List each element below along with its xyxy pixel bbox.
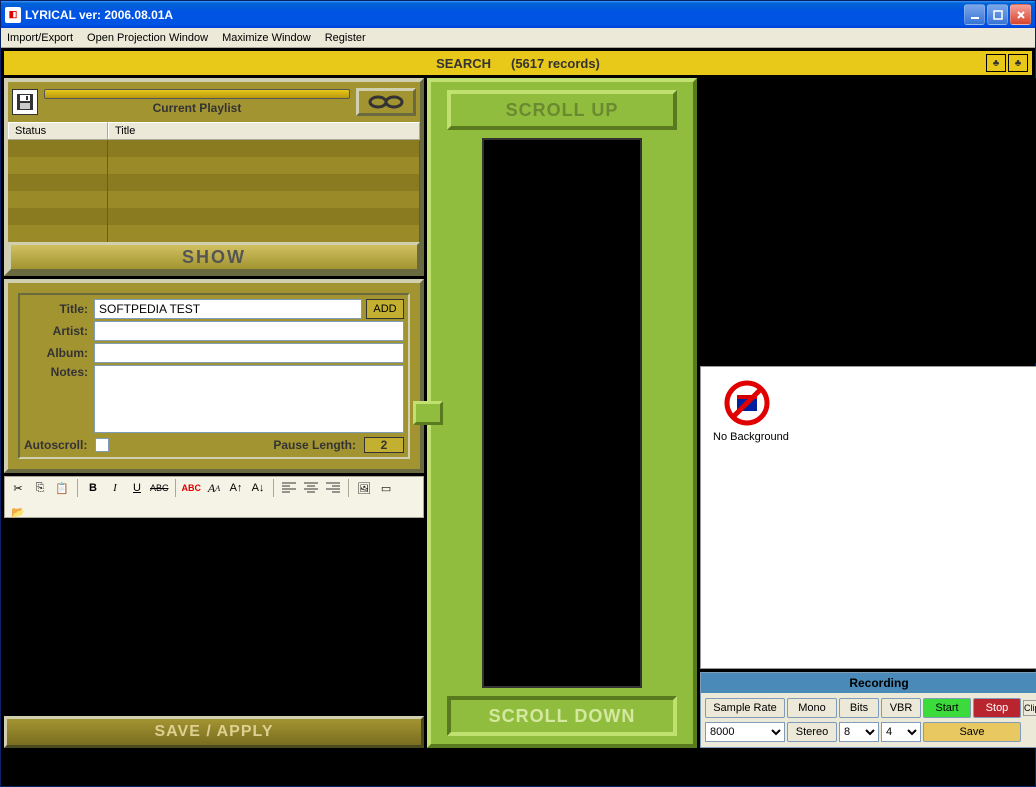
bits-select[interactable]: 8 — [839, 722, 879, 742]
align-left-icon[interactable] — [280, 479, 298, 497]
maximize-button[interactable] — [987, 4, 1008, 25]
decrease-size-icon[interactable]: A↓ — [249, 479, 267, 497]
open-file-icon[interactable]: 📂 — [9, 503, 27, 521]
table-row[interactable] — [8, 157, 420, 174]
start-recording-button[interactable]: Start — [923, 698, 971, 718]
autoscroll-label: Autoscroll: — [24, 438, 87, 452]
playlist-progress-bar — [44, 89, 350, 99]
window-title: LYRICAL ver: 2006.08.01A — [25, 8, 964, 22]
vbr-button[interactable]: VBR — [881, 698, 921, 718]
image-icon[interactable]: 🖼 — [355, 479, 373, 497]
increase-size-icon[interactable]: A↑ — [227, 479, 245, 497]
playlist-table: Status Title — [8, 122, 420, 242]
album-label: Album: — [24, 346, 94, 360]
recording-panel: Recording Sample Rate Mono Bits VBR Star… — [700, 672, 1036, 748]
italic-button[interactable]: I — [106, 479, 124, 497]
lyrics-preview-area[interactable] — [4, 521, 424, 713]
menu-import-export[interactable]: Import/Export — [7, 32, 73, 44]
maximize-icon — [993, 10, 1003, 20]
save-playlist-icon[interactable] — [12, 89, 38, 115]
playlist-title: Current Playlist — [153, 101, 242, 115]
recording-header: Recording — [701, 673, 1036, 693]
stereo-button[interactable]: Stereo — [787, 722, 837, 742]
lyrics-display[interactable] — [482, 138, 642, 688]
autoscroll-checkbox[interactable] — [95, 438, 109, 452]
clip-indicator: Clip — [1023, 700, 1036, 716]
search-bar[interactable]: SEARCH (5617 records) ♣ ♣ — [4, 51, 1032, 75]
pause-length-value[interactable]: 2 — [364, 437, 404, 453]
align-center-icon[interactable] — [302, 479, 320, 497]
bits-button[interactable]: Bits — [839, 698, 879, 718]
link-playlist-icon[interactable] — [356, 88, 416, 116]
search-link-icon[interactable]: ♣ — [1008, 54, 1028, 72]
minimize-button[interactable] — [964, 4, 985, 25]
left-column: Current Playlist Status Title — [4, 78, 424, 748]
playlist-col-title[interactable]: Title — [108, 122, 420, 139]
no-background-label: No Background — [713, 431, 789, 443]
close-button[interactable] — [1010, 4, 1031, 25]
notes-label: Notes: — [24, 365, 94, 379]
font-color-button[interactable]: ABC — [182, 479, 202, 497]
sample-rate-select[interactable]: 8000 — [705, 722, 785, 742]
metadata-panel: Title: ADD Artist: Album: — [4, 279, 424, 473]
menu-open-projection[interactable]: Open Projection Window — [87, 32, 208, 44]
title-input[interactable] — [94, 299, 362, 319]
artist-input[interactable] — [94, 321, 404, 341]
table-row[interactable] — [8, 191, 420, 208]
bold-button[interactable]: B — [84, 479, 102, 497]
menu-maximize-window[interactable]: Maximize Window — [222, 32, 311, 44]
table-row[interactable] — [8, 174, 420, 191]
content-area: SEARCH (5617 records) ♣ ♣ C — [1, 48, 1035, 786]
scroll-up-button[interactable]: SCROLL UP — [447, 90, 677, 130]
save-recording-button[interactable]: Save — [923, 722, 1021, 742]
copy-icon[interactable]: ⎘ — [31, 479, 49, 497]
search-label: SEARCH — [436, 56, 491, 71]
sample-rate-button[interactable]: Sample Rate — [705, 698, 785, 718]
status-strip — [4, 751, 1032, 783]
playlist-rows[interactable] — [8, 140, 420, 242]
minimize-icon — [970, 10, 980, 20]
table-row[interactable] — [8, 225, 420, 242]
add-button[interactable]: ADD — [366, 299, 404, 319]
playlist-col-status[interactable]: Status — [8, 122, 108, 139]
strikethrough-button[interactable]: ABC — [150, 479, 169, 497]
album-input[interactable] — [94, 343, 404, 363]
titlebar: ◧ LYRICAL ver: 2006.08.01A — [1, 1, 1035, 28]
title-label: Title: — [24, 302, 94, 316]
stop-recording-button[interactable]: Stop — [973, 698, 1021, 718]
search-filter-icon[interactable]: ♣ — [986, 54, 1006, 72]
show-button[interactable]: SHOW — [8, 242, 420, 272]
playlist-panel: Current Playlist Status Title — [4, 78, 424, 276]
pause-length-label: Pause Length: — [273, 438, 356, 452]
divider-handle[interactable] — [413, 401, 443, 425]
menubar: Import/Export Open Projection Window Max… — [1, 28, 1035, 48]
search-record-count: (5617 records) — [511, 56, 600, 71]
scroll-down-button[interactable]: SCROLL DOWN — [447, 696, 677, 736]
right-column: No Background Recording Sample Rate Mono… — [700, 78, 1036, 748]
scroll-column: SCROLL UP SCROLL DOWN — [427, 78, 697, 748]
align-right-icon[interactable] — [324, 479, 342, 497]
background-panel[interactable]: No Background — [700, 366, 1036, 669]
no-background-icon — [723, 379, 771, 427]
projection-preview — [700, 78, 1036, 363]
app-icon: ◧ — [5, 7, 21, 23]
floppy-icon — [15, 92, 35, 112]
notes-input[interactable] — [94, 365, 404, 433]
chain-icon — [366, 94, 406, 110]
table-row[interactable] — [8, 208, 420, 225]
font-size-button[interactable]: AA — [205, 479, 223, 497]
vbr-select[interactable]: 4 — [881, 722, 921, 742]
cut-icon[interactable]: ✂ — [9, 479, 27, 497]
underline-button[interactable]: U — [128, 479, 146, 497]
editor-toolbar: ✂ ⎘ 📋 B I U ABC ABC AA A↑ A↓ — [4, 476, 424, 518]
artist-label: Artist: — [24, 324, 94, 338]
save-apply-button[interactable]: SAVE / APPLY — [4, 716, 424, 748]
app-window: ◧ LYRICAL ver: 2006.08.01A Import/Export… — [0, 0, 1036, 787]
table-row[interactable] — [8, 140, 420, 157]
close-icon — [1016, 10, 1026, 20]
menu-register[interactable]: Register — [325, 32, 366, 44]
clear-icon[interactable]: ▭ — [377, 479, 395, 497]
mono-button[interactable]: Mono — [787, 698, 837, 718]
paste-icon[interactable]: 📋 — [53, 479, 71, 497]
